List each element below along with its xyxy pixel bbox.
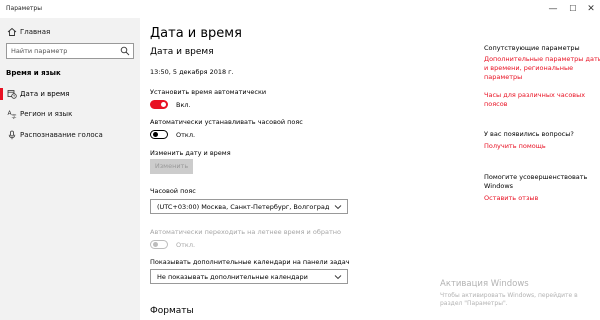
- link-line[interactable]: Дополнительные параметры даты: [484, 55, 600, 64]
- sidebar-item-home[interactable]: Главная: [0, 24, 140, 40]
- toggle-knob: [153, 132, 158, 137]
- change-datetime-label: Изменить дату и время: [150, 149, 231, 157]
- current-datetime: 13:50, 5 декабря 2018 г.: [150, 68, 234, 76]
- sidebar-item-label: Регион и язык: [20, 110, 73, 118]
- sidebar-section-title: Время и язык: [6, 69, 61, 77]
- extra-calendars-value: Не показывать дополнительные календари: [157, 273, 308, 281]
- auto-time-label: Установить время автоматически: [150, 88, 267, 96]
- search-placeholder: Найти параметр: [11, 47, 68, 55]
- page-title: Дата и время: [150, 26, 242, 41]
- toggle-knob: [161, 102, 166, 107]
- region-language-icon: A字: [7, 109, 17, 121]
- link-line[interactable]: Часы для различных часовых: [484, 91, 585, 100]
- microphone-icon: [7, 130, 17, 140]
- get-help-link[interactable]: Получить помощь: [484, 142, 546, 151]
- maximize-button[interactable]: ☐: [566, 3, 580, 15]
- link-line[interactable]: параметры: [484, 73, 522, 82]
- sidebar-item-region-language[interactable]: A字 Регион и язык: [0, 106, 140, 122]
- minimize-button[interactable]: —: [546, 3, 560, 15]
- sidebar-item-date-time[interactable]: Дата и время: [0, 86, 140, 102]
- auto-timezone-state: Откл.: [176, 131, 196, 139]
- sidebar-item-label: Дата и время: [20, 90, 70, 98]
- title-bar: Параметры — ☐ ✕: [0, 0, 600, 18]
- timezone-value: (UTC+03:00) Москва, Санкт-Петербург, Вол…: [157, 203, 330, 211]
- link-line[interactable]: и времени, региональные: [484, 64, 573, 73]
- improve-title: Помогите усовершенствовать: [484, 173, 588, 181]
- auto-time-toggle[interactable]: [150, 100, 168, 109]
- auto-timezone-label: Автоматически устанавливать часовой пояс: [150, 118, 303, 126]
- sidebar-item-label: Главная: [20, 28, 51, 36]
- chevron-down-icon: [334, 273, 342, 281]
- extra-calendars-select[interactable]: Не показывать дополнительные календари: [150, 269, 348, 284]
- home-icon: [7, 27, 17, 37]
- active-indicator: [0, 88, 3, 100]
- dst-label: Автоматически переходить на летнее время…: [150, 228, 341, 236]
- dst-state: Откл.: [176, 241, 196, 249]
- activation-watermark-text: Чтобы активировать Windows, перейдите в: [440, 292, 578, 299]
- extra-calendars-label: Показывать дополнительные календари на п…: [150, 258, 350, 266]
- section-title: Дата и время: [150, 47, 214, 57]
- auto-time-state: Вкл.: [176, 101, 191, 109]
- search-input[interactable]: Найти параметр: [6, 43, 134, 59]
- toggle-knob: [153, 242, 158, 247]
- activation-watermark-title: Активация Windows: [440, 279, 529, 289]
- link-line[interactable]: поясов: [484, 100, 508, 109]
- change-datetime-button[interactable]: Изменить: [150, 159, 193, 174]
- timezone-select[interactable]: (UTC+03:00) Москва, Санкт-Петербург, Вол…: [150, 199, 348, 214]
- timezone-label: Часовой пояс: [150, 187, 196, 195]
- related-settings-title: Сопутствующие параметры: [484, 44, 580, 52]
- activation-watermark-text-line2: раздел "Параметры".: [440, 300, 508, 307]
- search-icon[interactable]: [120, 46, 130, 56]
- sidebar-item-speech[interactable]: Распознавание голоса: [0, 127, 140, 143]
- sidebar-item-label: Распознавание голоса: [20, 131, 103, 139]
- chevron-down-icon: [334, 203, 342, 211]
- dst-toggle[interactable]: [150, 240, 168, 249]
- formats-title: Форматы: [150, 306, 194, 316]
- feedback-link[interactable]: Оставить отзыв: [484, 194, 538, 203]
- calendar-clock-icon: [7, 89, 17, 99]
- close-button[interactable]: ✕: [584, 3, 598, 15]
- sidebar: Главная Найти параметр Время и язык Дата…: [0, 18, 140, 320]
- auto-timezone-toggle[interactable]: [150, 130, 168, 139]
- questions-title: У вас появились вопросы?: [484, 130, 574, 138]
- svg-text:字: 字: [12, 114, 17, 120]
- improve-title-line2: Windows: [484, 182, 514, 190]
- window-title: Параметры: [6, 5, 42, 12]
